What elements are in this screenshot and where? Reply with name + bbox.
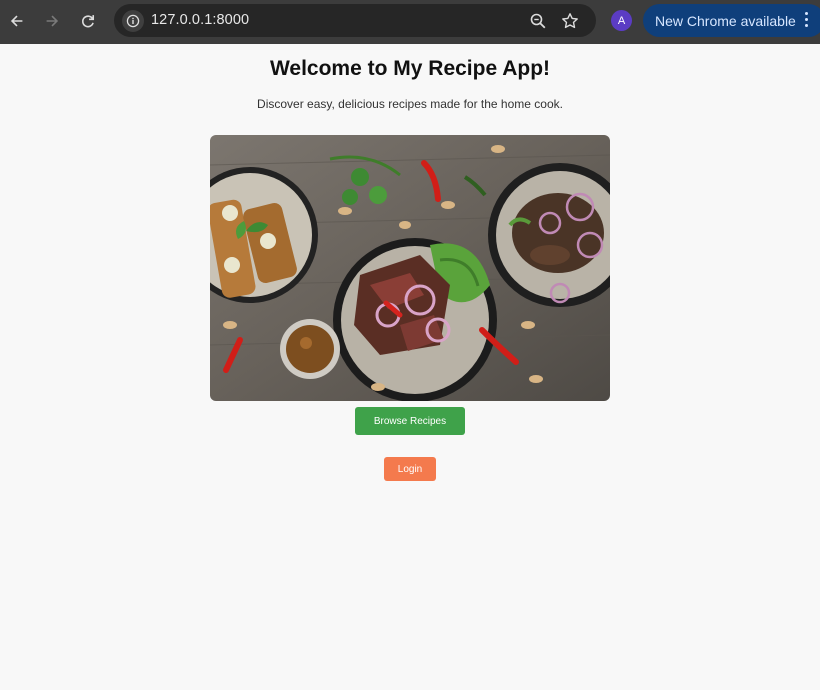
- browse-recipes-button[interactable]: Browse Recipes: [355, 407, 465, 435]
- login-button[interactable]: Login: [384, 457, 436, 481]
- bookmark-button[interactable]: [560, 11, 580, 31]
- reload-button[interactable]: [73, 6, 103, 36]
- update-label: New Chrome available: [655, 12, 796, 29]
- site-info-icon: [126, 14, 140, 28]
- site-info-button[interactable]: [122, 10, 144, 32]
- url-text[interactable]: 127.0.0.1:8000: [151, 12, 249, 28]
- page-title: Welcome to My Recipe App!: [269, 57, 551, 80]
- forward-icon: [46, 15, 59, 27]
- kebab-menu-icon[interactable]: [805, 12, 809, 28]
- page-subtitle: Discover easy, delicious recipes made fo…: [257, 97, 563, 111]
- browser-toolbar: 127.0.0.1:8000 A New Chrome available: [0, 0, 820, 44]
- back-button[interactable]: [2, 6, 32, 36]
- zoom-icon: [530, 13, 546, 29]
- address-bar[interactable]: 127.0.0.1:8000: [114, 4, 596, 37]
- forward-button[interactable]: [37, 6, 67, 36]
- profile-avatar[interactable]: A: [611, 10, 632, 31]
- new-chrome-available-button[interactable]: New Chrome available: [643, 4, 820, 37]
- back-icon: [10, 15, 23, 27]
- bookmark-star-icon: [562, 13, 578, 29]
- reload-icon: [82, 15, 95, 28]
- zoom-button[interactable]: [528, 11, 548, 31]
- hero-food-image: [210, 135, 610, 401]
